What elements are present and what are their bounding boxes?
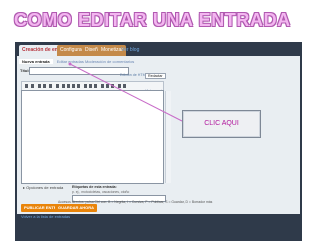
- text-color-icon[interactable]: [49, 84, 52, 88]
- save-now-button[interactable]: GUARDAR AHORA: [55, 204, 98, 212]
- link-icon[interactable]: [56, 84, 59, 88]
- subnav-edit-posts-link[interactable]: Editar entradas Moderación de comentario…: [57, 59, 135, 64]
- font-icon[interactable]: [25, 84, 28, 88]
- labels-title: Etiquetas de esta entrada:: [72, 185, 117, 189]
- align-left-icon[interactable]: [62, 84, 65, 88]
- compose-tab[interactable]: Redactar: [145, 73, 166, 79]
- post-body-editor[interactable]: [21, 90, 164, 184]
- subnav-new-post[interactable]: Nueva entrada: [19, 59, 53, 64]
- quote-icon[interactable]: [94, 84, 97, 88]
- post-options-label: Opciones de entrada: [26, 185, 64, 190]
- bulleted-list-icon[interactable]: [89, 84, 92, 88]
- labels-example: p. ej., motocicletas, vacaciones, otoño: [72, 190, 130, 194]
- spellcheck-icon[interactable]: [101, 84, 104, 88]
- italic-icon[interactable]: [43, 84, 46, 88]
- align-center-icon[interactable]: [67, 84, 70, 88]
- tab-view-blog[interactable]: Ver blog: [118, 45, 142, 56]
- title-input[interactable]: [29, 67, 129, 75]
- subnav: Nueva entrada Editar entradas Moderación…: [19, 58, 134, 66]
- edit-html-tab[interactable]: Edición de HTML: [120, 73, 148, 77]
- back-to-posts-link[interactable]: Volver a la lista de entradas: [21, 214, 70, 219]
- bold-icon[interactable]: [38, 84, 41, 88]
- justify-icon[interactable]: [77, 84, 80, 88]
- video-icon[interactable]: [111, 84, 114, 88]
- font-size-icon[interactable]: [31, 84, 34, 88]
- post-options-link[interactable]: ▸ Opciones de entrada: [23, 185, 63, 190]
- image-icon[interactable]: [106, 84, 109, 88]
- slide-title: COMO EDITAR UNA ENTRADA: [14, 10, 291, 30]
- editor-side-strip: [165, 91, 171, 183]
- align-right-icon[interactable]: [72, 84, 75, 88]
- callout-box: CLIC AQUI: [182, 110, 261, 138]
- jump-break-icon[interactable]: [118, 84, 121, 88]
- remove-format-icon[interactable]: [123, 84, 126, 88]
- numbered-list-icon[interactable]: [84, 84, 87, 88]
